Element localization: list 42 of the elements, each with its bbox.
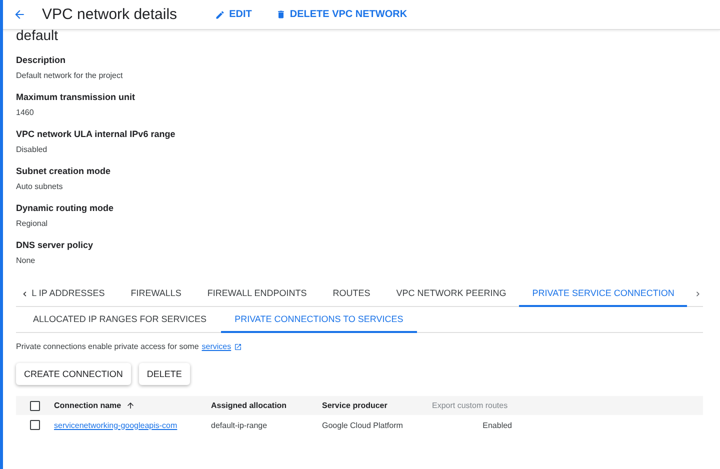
property-value: Auto subnets [16,182,64,191]
trash-icon [276,9,286,20]
table-cell-text: Google Cloud Platform [322,420,404,430]
subtab[interactable]: ALLOCATED IP RANGES FOR SERVICES [19,306,221,332]
property-value: Regional [16,219,49,228]
back-arrow-icon[interactable] [13,8,26,21]
external-link-icon[interactable] [234,342,242,350]
tab[interactable]: L IP ADDRESSES [30,280,118,306]
tab[interactable]: FIREWALLS [118,280,194,306]
tab[interactable]: VPC NETWORK PEERING [383,280,520,306]
create-connection-button[interactable]: CREATE CONNECTION [16,363,131,385]
table-cell-text: default-ip-range [211,420,268,430]
page-title: VPC network details [42,6,178,23]
edit-button[interactable]: EDIT [215,9,252,20]
tab[interactable]: PRIVATE SERVICE CONNECTION [519,280,688,306]
row-checkbox[interactable] [30,420,40,430]
subtab[interactable]: PRIVATE CONNECTIONS TO SERVICES [220,306,418,332]
property-value: None [16,256,36,265]
select-all-checkbox[interactable] [30,400,40,410]
delete-button[interactable]: DELETE VPC NETWORK [276,9,408,20]
column-header[interactable]: Service producer [322,401,432,410]
services-link[interactable]: services [202,342,232,351]
property-label: Subnet creation mode [16,166,112,176]
connection-link[interactable]: servicenetworking-googleapis-com [54,420,178,430]
sort-arrow-icon[interactable] [126,401,136,410]
column-header[interactable]: Assigned allocation [211,401,322,410]
property-value: Default network for the project [16,71,124,80]
property-label: DNS server policy [16,240,94,250]
property-label: Dynamic routing mode [16,203,115,213]
table-cell-text: Enabled [482,420,512,430]
property-label: Description [16,55,67,65]
pencil-icon [215,10,226,20]
tab[interactable]: FIREWALL ENDPOINTS [194,280,320,306]
property-label: Maximum transmission unit [16,92,136,102]
column-header[interactable]: Connection name [54,401,211,410]
property-value: Disabled [16,145,48,154]
delete-button[interactable]: DELETE [138,363,190,385]
network-name: default [16,28,58,43]
tab[interactable]: ROUTES [320,280,384,306]
property-value: 1460 [16,108,35,117]
property-label: VPC network ULA internal IPv6 range [16,129,176,139]
info-text: Private connections enable private access for some [16,342,199,351]
